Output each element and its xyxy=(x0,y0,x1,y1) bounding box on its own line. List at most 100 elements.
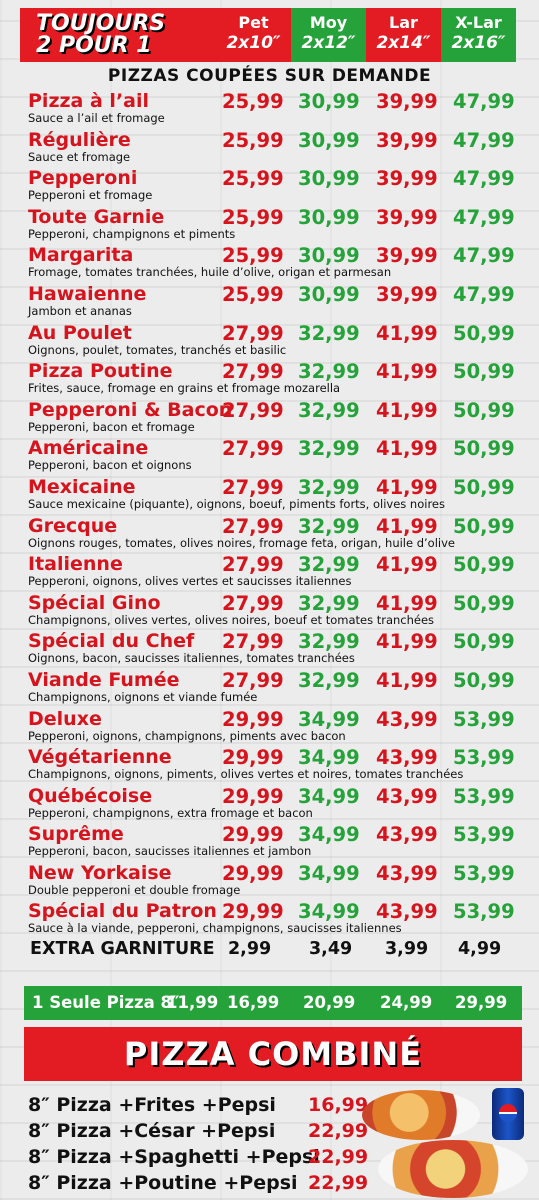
pizza-description: Oignons rouges, tomates, olives noires, … xyxy=(28,535,455,550)
pizza-name: Toute Garnie xyxy=(28,205,165,228)
price: 39,99 xyxy=(376,128,438,152)
combo-row: 8″ Pizza +Frites +Pepsi 16,99 xyxy=(28,1094,368,1120)
price: 29,99 xyxy=(222,900,284,924)
size-dim: 2x12″ xyxy=(301,33,356,53)
menu-item: Québécoise Pepperoni, champignons, extra … xyxy=(28,785,518,824)
pizza-name: Spécial du Chef xyxy=(28,630,195,653)
extra-price: 2,99 xyxy=(228,939,272,960)
price: 25,99 xyxy=(222,90,284,113)
promo-line-2: 2 POUR 1 xyxy=(36,33,152,58)
price: 43,99 xyxy=(376,707,438,731)
size-name: X-Lar xyxy=(455,13,502,32)
pizza-description: Sauce à la viande, pepperoni, champignon… xyxy=(28,921,402,936)
price: 30,99 xyxy=(298,90,360,113)
price: 34,99 xyxy=(298,823,360,847)
combo-price: 22,99 xyxy=(308,1146,369,1168)
pizza-name: Régulière xyxy=(28,128,131,151)
extra-price: 4,99 xyxy=(458,939,502,960)
menu-item: Grecque Oignons rouges, tomates, olives n… xyxy=(28,515,518,554)
menu-item: Végétarienne Champignons, oignons, piment… xyxy=(28,746,518,785)
single-pizza-bar: 1 Seule Pizza 8″ 11,99 16,99 20,99 24,99… xyxy=(24,986,522,1020)
price: 47,99 xyxy=(453,167,515,191)
price: 41,99 xyxy=(376,514,438,538)
price: 32,99 xyxy=(298,437,360,461)
pizza-description: Pepperoni, oignons, olives vertes et sau… xyxy=(28,574,352,589)
price: 25,99 xyxy=(222,205,284,229)
pizza-name: Pizza Poutine xyxy=(28,360,173,383)
price: 32,99 xyxy=(298,630,360,654)
price: 43,99 xyxy=(376,861,438,885)
pizza-description: Pepperoni, bacon et oignons xyxy=(28,458,192,473)
pizza-description: Oignons, poulet, tomates, tranchés et ba… xyxy=(28,342,287,357)
price: 41,99 xyxy=(376,321,438,345)
price: 27,99 xyxy=(222,514,284,538)
menu-item: Margarita Fromage, tomates tranchées, hui… xyxy=(28,244,518,283)
pizza-description: Champignons, oignons et viande fumée xyxy=(28,689,258,704)
price: 53,99 xyxy=(453,707,515,731)
price: 50,99 xyxy=(453,437,515,461)
price: 27,99 xyxy=(222,553,284,577)
size-name: Moy xyxy=(309,13,348,32)
price: 27,99 xyxy=(222,360,284,384)
pizza-description: Frites, sauce, fromage en grains et from… xyxy=(28,381,341,396)
menu-item: Deluxe Pepperoni, oignons, champignons, p… xyxy=(28,708,518,747)
price: 50,99 xyxy=(453,398,515,422)
price: 50,99 xyxy=(453,630,515,654)
pizza-description: Champignons, oignons, piments, olives ve… xyxy=(28,767,464,782)
price: 53,99 xyxy=(453,746,515,770)
price: 30,99 xyxy=(298,282,360,306)
pizza-name: Spécial du Patron xyxy=(28,900,217,923)
pizza-name: Pepperoni xyxy=(28,167,138,190)
single-price: 20,99 xyxy=(303,993,356,1012)
extra-garniture-row: EXTRA GARNITURE 2,99 3,49 3,99 4,99 xyxy=(28,939,518,969)
single-price: 11,99 xyxy=(166,993,219,1012)
menu-item: Hawaienne Jambon et ananas 25,99 30,99 39,99… xyxy=(28,283,518,322)
pizza-description: Fromage, tomates tranchées, huile d’oliv… xyxy=(28,265,392,280)
price: 41,99 xyxy=(376,591,438,615)
pizza-description: Sauce a l’ail et fromage xyxy=(28,111,165,125)
pepsi-can-icon xyxy=(492,1088,524,1140)
pizza-name: Spécial Gino xyxy=(28,591,161,614)
price: 34,99 xyxy=(298,784,360,808)
price: 27,99 xyxy=(222,437,284,461)
price: 30,99 xyxy=(298,205,360,229)
pizza-description: Pepperoni, oignons, champignons, piments… xyxy=(28,728,346,743)
price: 43,99 xyxy=(376,746,438,770)
price: 27,99 xyxy=(222,321,284,345)
single-price: 24,99 xyxy=(380,993,433,1012)
combo-label: 8″ Pizza +Poutine +Pepsi xyxy=(28,1172,298,1194)
price: 32,99 xyxy=(298,360,360,384)
pizza-description: Double pepperoni et double fromage xyxy=(28,882,241,897)
price: 39,99 xyxy=(376,205,438,229)
pizza-description: Pepperoni et fromage xyxy=(28,188,153,203)
price: 41,99 xyxy=(376,553,438,577)
menu-item: Américaine Pepperoni, bacon et oignons 27,… xyxy=(28,437,518,476)
price: 53,99 xyxy=(453,900,515,924)
pizza-description: Pepperoni, bacon et fromage xyxy=(28,419,195,434)
price: 34,99 xyxy=(298,746,360,770)
price: 47,99 xyxy=(453,244,515,268)
combo-price: 22,99 xyxy=(308,1172,369,1194)
extra-label: EXTRA GARNITURE xyxy=(30,939,215,960)
pizza-description: Sauce et fromage xyxy=(28,149,131,164)
price: 41,99 xyxy=(376,360,438,384)
price: 29,99 xyxy=(222,861,284,885)
price: 34,99 xyxy=(298,861,360,885)
combo-label: 8″ Pizza +Spaghetti +Pepsi xyxy=(28,1146,320,1168)
price: 30,99 xyxy=(298,244,360,268)
menu-item: Toute Garnie Pepperoni, champignons et pi… xyxy=(28,206,518,245)
price: 50,99 xyxy=(453,553,515,577)
price: 43,99 xyxy=(376,784,438,808)
price: 50,99 xyxy=(453,668,515,692)
price: 32,99 xyxy=(298,591,360,615)
price: 50,99 xyxy=(453,321,515,345)
extra-price: 3,99 xyxy=(385,939,429,960)
price: 43,99 xyxy=(376,900,438,924)
pizza-name: Deluxe xyxy=(28,707,102,730)
pizza-name: Québécoise xyxy=(28,784,153,807)
size-dim: 2x10″ xyxy=(226,33,281,53)
price: 32,99 xyxy=(298,321,360,345)
size-dim: 2x14″ xyxy=(376,33,431,53)
single-label: 1 Seule Pizza 8″ xyxy=(32,993,180,1012)
price: 39,99 xyxy=(376,90,438,113)
